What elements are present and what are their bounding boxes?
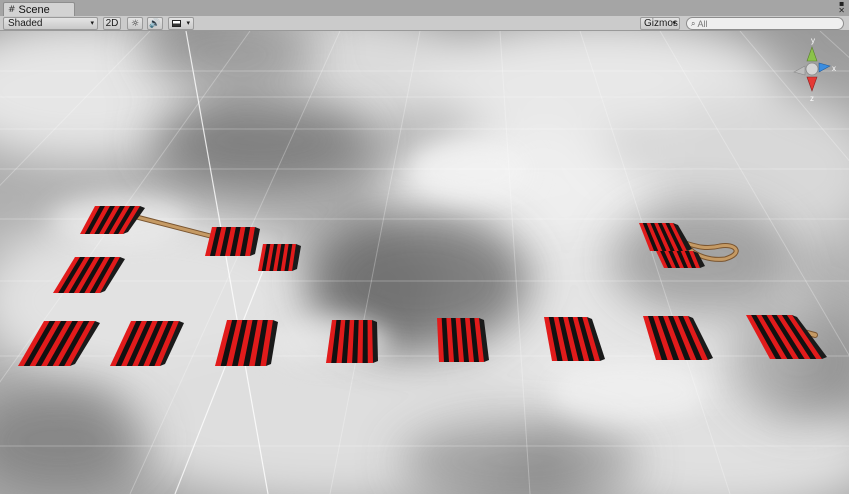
platform-row3-d-stripe	[362, 320, 368, 363]
speaker-icon: 🔊	[149, 18, 161, 29]
mode-2d-button[interactable]: 2D	[103, 17, 121, 30]
search-icon: ⌕	[691, 18, 696, 28]
tab-strip: # Scene ▪ ✕	[0, 0, 849, 17]
platform-row1-c[interactable]	[258, 244, 301, 271]
dropdown-arrow-icon: ▾	[186, 19, 190, 27]
dropdown-arrow-icon: ▾	[672, 19, 676, 27]
sun-icon: ☼	[130, 18, 140, 29]
draw-mode-dropdown[interactable]: Shaded ▾	[3, 17, 98, 30]
gizmos-dropdown[interactable]: Gizmos ▾	[640, 17, 680, 30]
scene-search[interactable]: ⌕	[686, 17, 844, 30]
scene-canvas[interactable]: y x z	[0, 31, 849, 494]
platform-row1-b[interactable]	[205, 227, 260, 256]
platform-row3-e[interactable]	[437, 318, 489, 362]
gizmo-y-label: y	[811, 36, 815, 45]
gizmo-z-label: z	[810, 94, 814, 103]
draw-mode-label: Shaded	[8, 18, 43, 29]
scene-audio-button[interactable]: 🔊	[147, 17, 163, 30]
image-effects-icon	[172, 20, 181, 27]
search-input[interactable]	[697, 18, 828, 29]
scene-lighting-button[interactable]: ☼	[127, 17, 143, 30]
gizmo-x-label: x	[832, 64, 836, 73]
tab-scene-label: Scene	[18, 4, 50, 16]
gizmo-center[interactable]	[805, 62, 819, 76]
scene-toolbar: Shaded ▾ 2D ☼ 🔊 ▾ Gizmos ▾ ⌕	[0, 16, 849, 31]
platform-row3-d[interactable]	[326, 320, 378, 363]
grid-icon: #	[8, 5, 16, 15]
scene-viewport[interactable]: y x z	[0, 31, 849, 494]
tab-scene[interactable]: # Scene	[3, 2, 75, 17]
skybox-clouds	[0, 31, 849, 494]
platform-right-b[interactable]	[656, 251, 705, 268]
window-controls: ▪ ✕	[838, 0, 845, 15]
close-icon[interactable]: ✕	[838, 7, 845, 15]
dropdown-arrow-icon: ▾	[90, 19, 94, 27]
effects-dropdown[interactable]: ▾	[168, 17, 194, 30]
